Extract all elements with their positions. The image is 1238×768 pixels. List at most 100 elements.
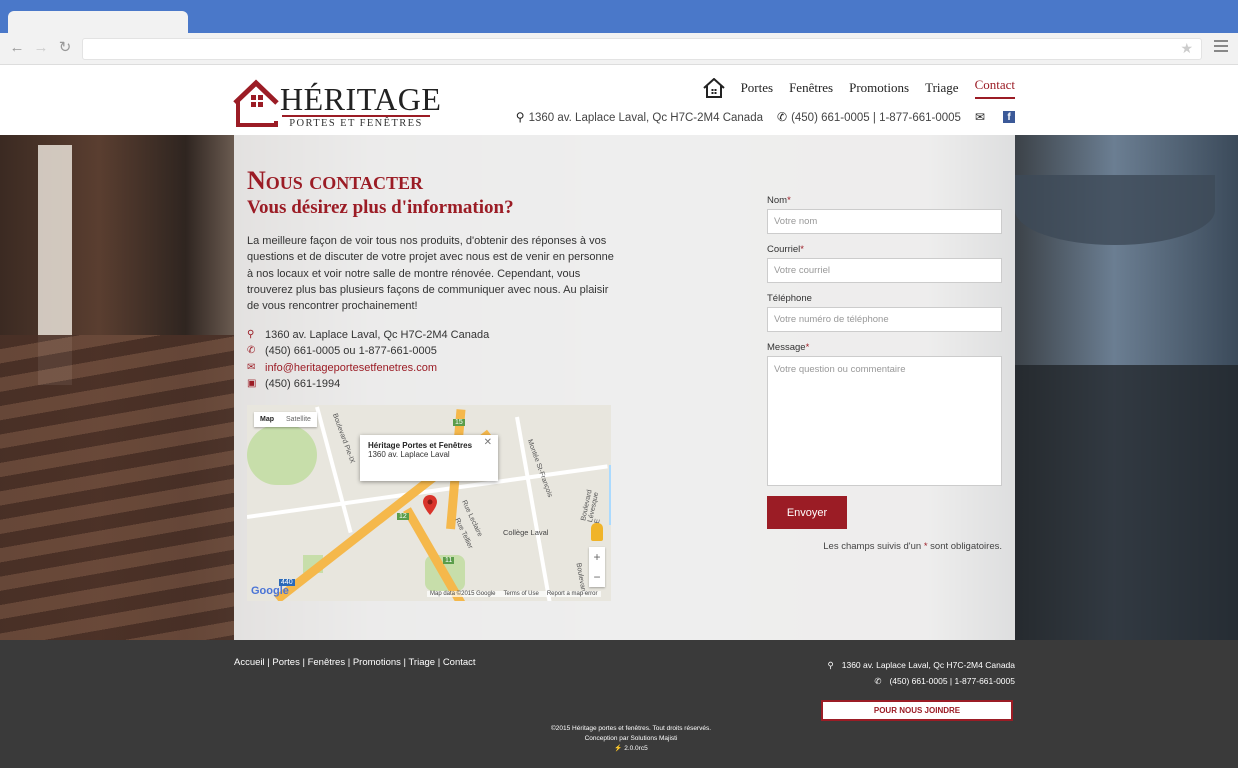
- map-info-title: Héritage Portes et Fenêtres: [368, 441, 473, 450]
- google-map[interactable]: Map Satellite Boulevard Pie-IX Montée St…: [247, 405, 611, 601]
- map-footer: Map data ©2015 Google Terms of Use Repor…: [427, 591, 601, 597]
- message-label: Message*: [767, 342, 810, 353]
- nav-triage[interactable]: Triage: [925, 80, 958, 96]
- name-field[interactable]: [767, 209, 1002, 234]
- intro-text: La meilleure façon de voir tous nos prod…: [247, 235, 614, 313]
- info-email-row: ✉ info@heritageportesetfenetres.com: [247, 360, 489, 376]
- credit-text[interactable]: Conception par Solutions Majisti: [0, 734, 1238, 744]
- envelope-icon[interactable]: ✉: [975, 110, 985, 124]
- content-panel: Nous contacter Vous désirez plus d'infor…: [234, 135, 1015, 640]
- nav-fenetres[interactable]: Fenêtres: [789, 80, 833, 96]
- home-icon[interactable]: [702, 78, 725, 98]
- map-zoom-control: + −: [589, 547, 605, 587]
- browser-toolbar: ← → ↻ ★: [0, 33, 1238, 65]
- header-contact: ⚲ 1360 av. Laplace Laval, Qc H7C-2M4 Cana…: [516, 110, 1015, 124]
- header-address: 1360 av. Laplace Laval, Qc H7C-2M4 Canad…: [528, 112, 763, 124]
- info-fax: (450) 661-1994: [265, 377, 341, 390]
- fax-icon: ▣: [247, 377, 257, 389]
- email-label: Courriel*: [767, 244, 804, 255]
- map-route-12: 12: [397, 513, 409, 520]
- map-terms-link[interactable]: Terms of Use: [503, 591, 538, 597]
- copyright: ©2015 Héritage portes et fenêtres. Tout …: [0, 724, 1238, 754]
- page-subtitle: Vous désirez plus d'information?: [247, 197, 514, 218]
- contact-form: Nom* Courriel* Téléphone Message* Envoye…: [767, 195, 1002, 529]
- logo-subtitle: PORTES ET FENÊTRES: [282, 115, 430, 129]
- browser-tab[interactable]: [8, 11, 188, 33]
- info-fax-row: ▣ (450) 661-1994: [247, 376, 489, 392]
- phone-icon: ✆: [874, 676, 882, 686]
- main-nav: Portes Fenêtres Promotions Triage Contac…: [702, 77, 1015, 99]
- pegman-icon[interactable]: [591, 523, 603, 541]
- map-data-text: Map data ©2015 Google: [430, 591, 496, 597]
- phone-icon: ✆: [247, 345, 256, 357]
- footer-link-fenetres[interactable]: Fenêtres: [308, 657, 346, 668]
- map-label-boulevard: Boulevard: [574, 562, 587, 595]
- footer-link-portes[interactable]: Portes: [272, 657, 299, 668]
- zoom-in-button[interactable]: +: [589, 547, 605, 567]
- info-phone-row: ✆ (450) 661-0005 ou 1-877-661-0005: [247, 343, 489, 359]
- map-marker-icon: ⚲: [515, 110, 525, 124]
- contact-info: ⚲ 1360 av. Laplace Laval, Qc H7C-2M4 Cana…: [247, 327, 489, 392]
- info-email-link[interactable]: info@heritageportesetfenetres.com: [265, 360, 437, 376]
- nav-promotions[interactable]: Promotions: [849, 80, 909, 96]
- info-address: 1360 av. Laplace Laval, Qc H7C-2M4 Canad…: [265, 329, 490, 341]
- logo-title: HÉRITAGE: [280, 81, 442, 117]
- background-right-top: [1015, 175, 1215, 245]
- close-icon[interactable]: ✕: [484, 438, 492, 448]
- info-phone: (450) 661-0005 ou 1-877-661-0005: [265, 345, 437, 358]
- back-icon[interactable]: ←: [8, 39, 26, 57]
- map-report-link[interactable]: Report a map error: [547, 591, 598, 597]
- map-route-15: 15: [453, 419, 465, 426]
- envelope-icon: ✉: [247, 361, 256, 373]
- map-label-levesque: Boulevard Lévesque E: [580, 489, 602, 525]
- email-field[interactable]: [767, 258, 1002, 283]
- map-type-tabs: Map Satellite: [254, 412, 317, 427]
- background-right-bottom: [1015, 365, 1238, 640]
- version-icon: ⚡: [614, 745, 623, 752]
- address-bar[interactable]: ★: [82, 38, 1202, 60]
- map-info-address: 1360 av. Laplace Laval: [368, 450, 450, 459]
- footer-link-promotions[interactable]: Promotions: [353, 657, 401, 668]
- submit-button[interactable]: Envoyer: [767, 496, 847, 529]
- map-tab-satellite[interactable]: Satellite: [280, 412, 317, 427]
- nav-contact[interactable]: Contact: [974, 77, 1015, 99]
- map-label-college: Collège Laval: [503, 528, 549, 537]
- copyright-text: ©2015 Héritage portes et fenêtres. Tout …: [550, 725, 712, 732]
- zoom-out-button[interactable]: −: [589, 567, 605, 587]
- google-logo: Google: [251, 585, 289, 597]
- map-marker-icon: ⚲: [247, 329, 255, 340]
- phone-label: Téléphone: [767, 293, 812, 304]
- footer-link-contact[interactable]: Contact: [443, 657, 476, 668]
- version-text: 2.0.0rc5: [624, 745, 648, 752]
- header-phone: (450) 661-0005 | 1-877-661-0005: [791, 112, 961, 124]
- background-stairs: [0, 335, 234, 640]
- phone-field[interactable]: [767, 307, 1002, 332]
- page-title: Nous contacter: [247, 166, 423, 195]
- map-marker-icon: ⚲: [827, 660, 834, 670]
- browser-titlebar: [0, 0, 1238, 33]
- join-us-button[interactable]: POUR NOUS JOINDRE: [821, 700, 1013, 721]
- map-info-window: Héritage Portes et Fenêtres 1360 av. Lap…: [360, 435, 498, 481]
- map-marker-icon[interactable]: [423, 495, 437, 515]
- map-route-11: 11: [443, 557, 455, 564]
- map-tab-map[interactable]: Map: [254, 412, 280, 427]
- logo[interactable]: HÉRITAGE PORTES ET FENÊTRES: [232, 77, 441, 129]
- facebook-icon[interactable]: f: [1003, 111, 1015, 123]
- nav-portes[interactable]: Portes: [741, 80, 774, 96]
- footer-link-triage[interactable]: Triage: [408, 657, 435, 668]
- map-label-pie: Boulevard Pie-IX: [330, 412, 356, 465]
- reload-icon[interactable]: ↻: [56, 39, 74, 57]
- footer-link-accueil[interactable]: Accueil: [234, 657, 265, 668]
- star-icon[interactable]: ★: [1180, 40, 1193, 57]
- required-note: Les champs suivis d'un * sont obligatoir…: [823, 541, 1002, 552]
- footer-address: ⚲ 1360 av. Laplace Laval, Qc H7C-2M4 Cana…: [828, 657, 1015, 689]
- menu-icon[interactable]: [1214, 40, 1228, 55]
- forward-icon[interactable]: →: [32, 39, 50, 57]
- name-label: Nom*: [767, 195, 791, 206]
- footer-nav: Accueil | Portes | Fenêtres | Promotions…: [234, 657, 476, 668]
- site-footer: Accueil | Portes | Fenêtres | Promotions…: [0, 640, 1238, 768]
- site-header: HÉRITAGE PORTES ET FENÊTRES Portes Fenêt…: [0, 65, 1238, 135]
- footer-phone-text: (450) 661-0005 | 1-877-661-0005: [889, 676, 1015, 686]
- house-logo-icon: [233, 79, 279, 127]
- message-field[interactable]: [767, 356, 1002, 486]
